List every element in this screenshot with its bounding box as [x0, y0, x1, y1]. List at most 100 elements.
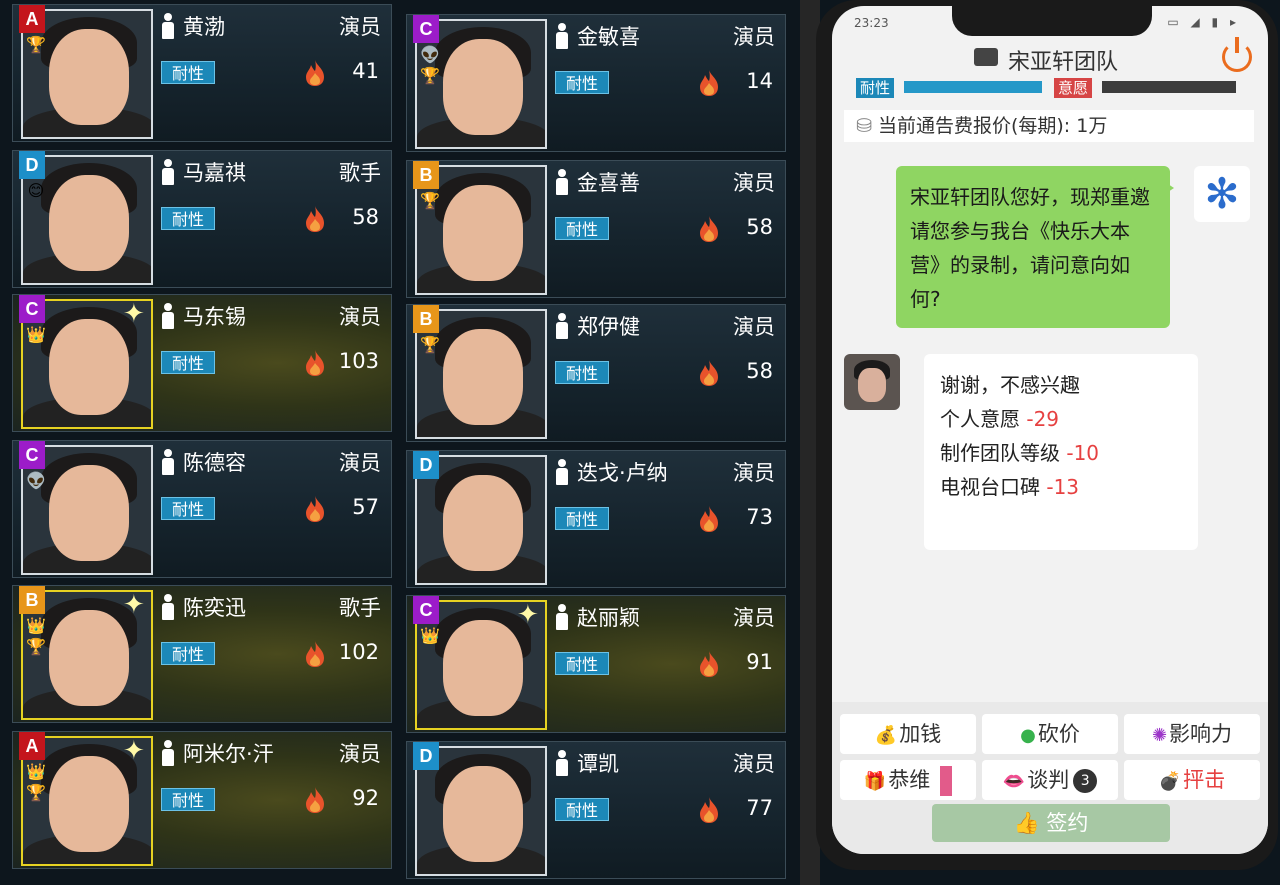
artist-name: 金敏喜 [577, 25, 640, 49]
negotiate-button[interactable]: 👄谈判 3 [982, 760, 1118, 800]
artist-role: 歌手 [339, 161, 381, 185]
person-icon [555, 459, 569, 485]
artist-card[interactable]: C 👽 陈德容 演员 耐性 57 [12, 440, 392, 578]
endure-bar [904, 81, 1042, 93]
person-icon [555, 604, 569, 630]
artist-name: 谭凯 [577, 752, 619, 776]
trophy-icon: 🏆 [26, 637, 46, 656]
artist-card[interactable]: D 迭戈·卢纳 演员 耐性 73 [406, 450, 786, 588]
phone-notch [952, 6, 1152, 36]
artist-role: 演员 [339, 742, 381, 766]
fire-icon [306, 60, 324, 86]
endurance-tag: 耐性 [161, 642, 215, 665]
trophy-icon: 🏆 [420, 191, 440, 210]
tier-badge: D [413, 451, 439, 479]
tier-badge: C [19, 295, 45, 323]
endurance-tag: 耐性 [555, 652, 609, 675]
bargain-button[interactable]: ●砍价 [982, 714, 1118, 754]
influence-button[interactable]: ✺影响力 [1124, 714, 1260, 754]
honor-badges: 🏆 [419, 191, 441, 212]
factor-station-reputation: 电视台口碑 -13 [940, 475, 1080, 499]
honor-badges: 👑 [419, 626, 441, 647]
heat-value: 58 [746, 359, 773, 383]
artist-card[interactable]: ✦ C 👑 赵丽颖 演员 耐性 91 [406, 595, 786, 733]
flatter-button[interactable]: 🎁恭维 [840, 760, 976, 800]
heat-value: 57 [352, 495, 379, 519]
trophy-icon: 🏆 [420, 335, 440, 354]
endure-bar-label: 耐性 [856, 78, 895, 98]
artist-card[interactable]: C 👽 🏆 金敏喜 演员 耐性 14 [406, 14, 786, 152]
money-bag-icon: 💰 [874, 725, 898, 746]
heat-value: 91 [746, 650, 773, 674]
sign-button[interactable]: 👍 签约 [932, 804, 1170, 842]
sparkle-icon: ✦ [123, 299, 145, 329]
person-icon [161, 303, 175, 329]
sparkle-icon: ✦ [123, 736, 145, 766]
endurance-tag: 耐性 [161, 788, 215, 811]
status-bar: 23:23 ▭ ◢ ▮ ▸ [832, 6, 1268, 36]
artist-card[interactable]: A 🏆 黄渤 演员 耐性 41 [12, 4, 392, 142]
action-panel: 💰加钱 ●砍价 ✺影响力 🎁恭维 👄谈判 3 💣抨击 👍 签约 [832, 702, 1268, 854]
artist-card[interactable]: ✦ B 👑 🏆 陈奕迅 歌手 耐性 102 [12, 585, 392, 723]
endurance-tag: 耐性 [555, 798, 609, 821]
tier-badge: C [413, 15, 439, 43]
tier-badge: D [413, 742, 439, 770]
reply-text: 谢谢，不感兴趣 [940, 373, 1080, 397]
tier-badge: A [19, 5, 45, 33]
tier-badge: B [413, 305, 439, 333]
endurance-tag: 耐性 [161, 351, 215, 374]
alien-icon: 👽 [26, 471, 46, 490]
artist-card[interactable]: ✦ A 👑 🏆 阿米尔·汗 演员 耐性 92 [12, 731, 392, 869]
artist-card[interactable]: B 🏆 金喜善 演员 耐性 58 [406, 160, 786, 298]
add-money-button[interactable]: 💰加钱 [840, 714, 976, 754]
artist-card[interactable]: ✦ C 👑 马东锡 演员 耐性 103 [12, 294, 392, 432]
fire-icon [700, 70, 718, 96]
artist-role: 歌手 [339, 596, 381, 620]
fire-icon [306, 641, 324, 667]
tier-badge: D [19, 151, 45, 179]
sparkle-icon: ✺ [1151, 725, 1168, 746]
station-avatar: ✻ [1194, 166, 1250, 222]
coin-stack-icon: ⛁ [856, 115, 878, 137]
crown-icon: 👑 [26, 325, 46, 344]
sparkle-icon: ✦ [517, 600, 539, 630]
artist-role: 演员 [733, 461, 775, 485]
tier-badge: C [19, 441, 45, 469]
endurance-tag: 耐性 [555, 361, 609, 384]
fire-icon [306, 496, 324, 522]
person-icon [161, 159, 175, 185]
fire-icon [700, 360, 718, 386]
tier-badge: B [413, 161, 439, 189]
fire-icon [700, 506, 718, 532]
crown-icon: 👑 [26, 616, 46, 635]
artist-name: 陈奕迅 [183, 596, 246, 620]
snowflake-icon: ✻ [1204, 169, 1240, 218]
fire-icon [306, 787, 324, 813]
heat-value: 92 [352, 786, 379, 810]
heat-value: 103 [338, 349, 379, 373]
artist-card[interactable]: B 🏆 郑伊健 演员 耐性 58 [406, 304, 786, 442]
artist-name: 马嘉祺 [183, 161, 246, 185]
artist-card[interactable]: D 😊 马嘉祺 歌手 耐性 58 [12, 150, 392, 288]
fire-icon [700, 797, 718, 823]
crown-icon: 👑 [420, 626, 440, 645]
attack-button[interactable]: 💣抨击 [1124, 760, 1260, 800]
tier-badge: C [413, 596, 439, 624]
trophy-icon: 🏆 [26, 35, 46, 54]
artist-role: 演员 [733, 171, 775, 195]
factor-personal: 个人意愿 -29 [940, 407, 1060, 431]
fee-quote: ⛁ 当前通告费报价(每期): 1万 [844, 110, 1254, 142]
person-icon [161, 594, 175, 620]
sparkle-icon: ✦ [123, 590, 145, 620]
power-icon[interactable] [1222, 37, 1252, 72]
endurance-tag: 耐性 [161, 207, 215, 230]
trophy-icon: 🏆 [26, 783, 46, 802]
endurance-tag: 耐性 [161, 61, 215, 84]
honor-badges: 👽 🏆 [419, 45, 441, 87]
heat-value: 58 [746, 215, 773, 239]
person-icon [555, 750, 569, 776]
artist-card[interactable]: D 谭凯 演员 耐性 77 [406, 741, 786, 879]
bomb-icon: 💣 [1158, 771, 1182, 792]
artist-name: 黄渤 [183, 15, 225, 39]
endurance-tag: 耐性 [555, 217, 609, 240]
